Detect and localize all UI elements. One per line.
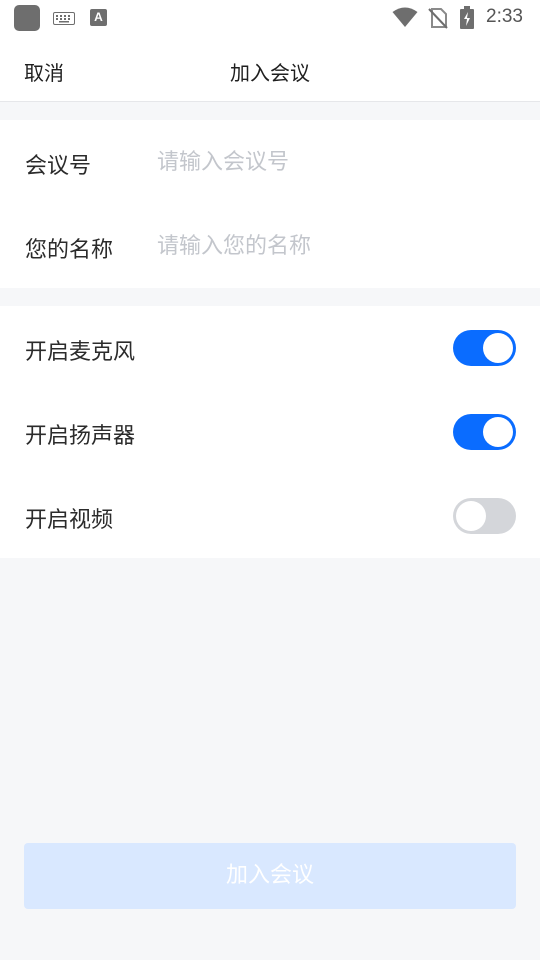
battery-charging-icon bbox=[460, 6, 474, 29]
microphone-row: 开启麦克风 bbox=[0, 306, 540, 390]
cancel-button[interactable]: 取消 bbox=[24, 57, 64, 86]
no-sim-icon bbox=[428, 8, 448, 29]
media-options-section: 开启麦克风 开启扬声器 开启视频 bbox=[0, 306, 540, 558]
display-name-label: 您的名称 bbox=[25, 238, 114, 263]
toggle-knob bbox=[456, 501, 486, 531]
join-meeting-button[interactable]: 加入会议 bbox=[24, 843, 516, 909]
meeting-id-label: 会议号 bbox=[25, 154, 92, 179]
microphone-label: 开启麦克风 bbox=[25, 340, 136, 365]
meeting-info-section: 会议号 您的名称 bbox=[0, 120, 540, 288]
nav-bar: 加入会议 取消 bbox=[0, 36, 540, 102]
wifi-icon bbox=[392, 7, 418, 27]
toggle-knob bbox=[483, 417, 513, 447]
status-bar: A 2:33 bbox=[0, 0, 540, 36]
keyboard-icon bbox=[53, 12, 75, 25]
video-toggle[interactable] bbox=[453, 498, 516, 534]
speaker-row: 开启扬声器 bbox=[0, 390, 540, 474]
meeting-id-input[interactable] bbox=[157, 144, 517, 180]
display-name-row: 您的名称 bbox=[0, 204, 540, 288]
meeting-id-row: 会议号 bbox=[0, 120, 540, 204]
a-icon: A bbox=[90, 9, 107, 26]
video-row: 开启视频 bbox=[0, 474, 540, 558]
page-title: 加入会议 bbox=[230, 61, 310, 85]
status-time: 2:33 bbox=[486, 6, 523, 27]
speaker-toggle[interactable] bbox=[453, 414, 516, 450]
toggle-knob bbox=[483, 333, 513, 363]
display-name-input[interactable] bbox=[157, 228, 517, 264]
speaker-label: 开启扬声器 bbox=[25, 424, 136, 449]
video-label: 开启视频 bbox=[25, 508, 114, 533]
microphone-toggle[interactable] bbox=[453, 330, 516, 366]
app-icon bbox=[14, 5, 40, 31]
